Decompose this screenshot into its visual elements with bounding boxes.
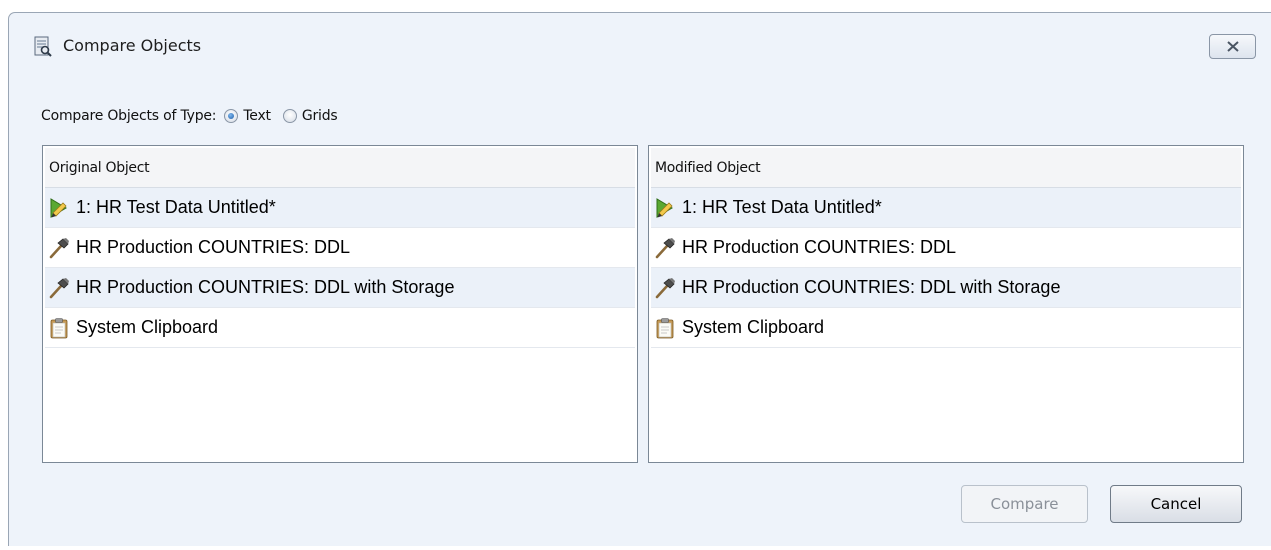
compare-type-label: Compare Objects of Type:	[41, 108, 217, 124]
list-item[interactable]: HR Production COUNTRIES: DDL with Storag…	[45, 268, 635, 308]
list-item[interactable]: HR Production COUNTRIES: DDL with Storag…	[651, 268, 1241, 308]
original-object-list: Original Object 1: HR Test Data Untitled…	[42, 145, 638, 463]
hammer-icon	[654, 277, 676, 299]
hammer-icon	[654, 237, 676, 259]
text-radio-label[interactable]: Text	[243, 108, 271, 124]
cancel-button[interactable]: Cancel	[1110, 485, 1242, 523]
grids-radio[interactable]	[282, 109, 297, 123]
dialog-title: Compare Objects	[63, 36, 202, 55]
text-radio[interactable]	[224, 109, 239, 123]
worksheet-pencil-icon	[48, 197, 70, 219]
list-item-label: HR Production COUNTRIES: DDL with Storag…	[682, 277, 1061, 297]
list-item-label: 1: HR Test Data Untitled*	[682, 197, 882, 217]
list-item-label: 1: HR Test Data Untitled*	[76, 197, 276, 217]
list-item-label: System Clipboard	[682, 317, 825, 337]
modified-object-header: Modified Object	[651, 148, 1241, 188]
list-item[interactable]: HR Production COUNTRIES: DDL	[651, 228, 1241, 268]
list-item[interactable]: 1: HR Test Data Untitled*	[45, 188, 635, 228]
close-button[interactable]	[1209, 34, 1256, 59]
list-item[interactable]: System Clipboard	[651, 308, 1241, 348]
original-object-header: Original Object	[45, 148, 635, 188]
worksheet-pencil-icon	[654, 197, 676, 219]
list-item-label: HR Production COUNTRIES: DDL	[76, 237, 351, 257]
clipboard-icon	[654, 317, 676, 339]
list-item[interactable]: 1: HR Test Data Untitled*	[651, 188, 1241, 228]
title-bar: Compare Objects	[9, 13, 1271, 73]
compare-type-selector: Compare Objects of Type: Text Grids	[41, 104, 342, 128]
modified-object-list: Modified Object 1: HR Test Data Untitled…	[648, 145, 1244, 463]
list-item[interactable]: HR Production COUNTRIES: DDL	[45, 228, 635, 268]
compare-objects-app-icon	[34, 36, 52, 57]
hammer-icon	[48, 277, 70, 299]
compare-button[interactable]: Compare	[961, 485, 1088, 523]
list-item-label: System Clipboard	[76, 317, 219, 337]
list-item-label: HR Production COUNTRIES: DDL with Storag…	[76, 277, 455, 297]
hammer-icon	[48, 237, 70, 259]
clipboard-icon	[48, 317, 70, 339]
compare-objects-dialog: Compare Objects Compare Objects of Type:…	[8, 12, 1271, 546]
close-icon	[1227, 41, 1239, 52]
list-item[interactable]: System Clipboard	[45, 308, 635, 348]
grids-radio-label[interactable]: Grids	[302, 108, 338, 124]
list-item-label: HR Production COUNTRIES: DDL	[682, 237, 957, 257]
